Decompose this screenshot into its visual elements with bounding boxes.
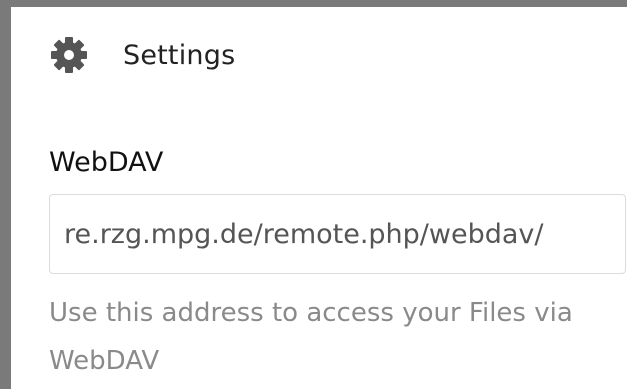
webdav-url-field[interactable] <box>49 194 626 274</box>
settings-panel: Settings WebDAV Use this address to acce… <box>0 0 627 389</box>
settings-label: Settings <box>123 39 236 71</box>
webdav-label: WebDAV <box>49 147 164 178</box>
gear-icon <box>49 35 89 75</box>
webdav-hint-text: Use this address to access your Files vi… <box>49 298 573 376</box>
settings-button[interactable]: Settings <box>49 33 235 77</box>
